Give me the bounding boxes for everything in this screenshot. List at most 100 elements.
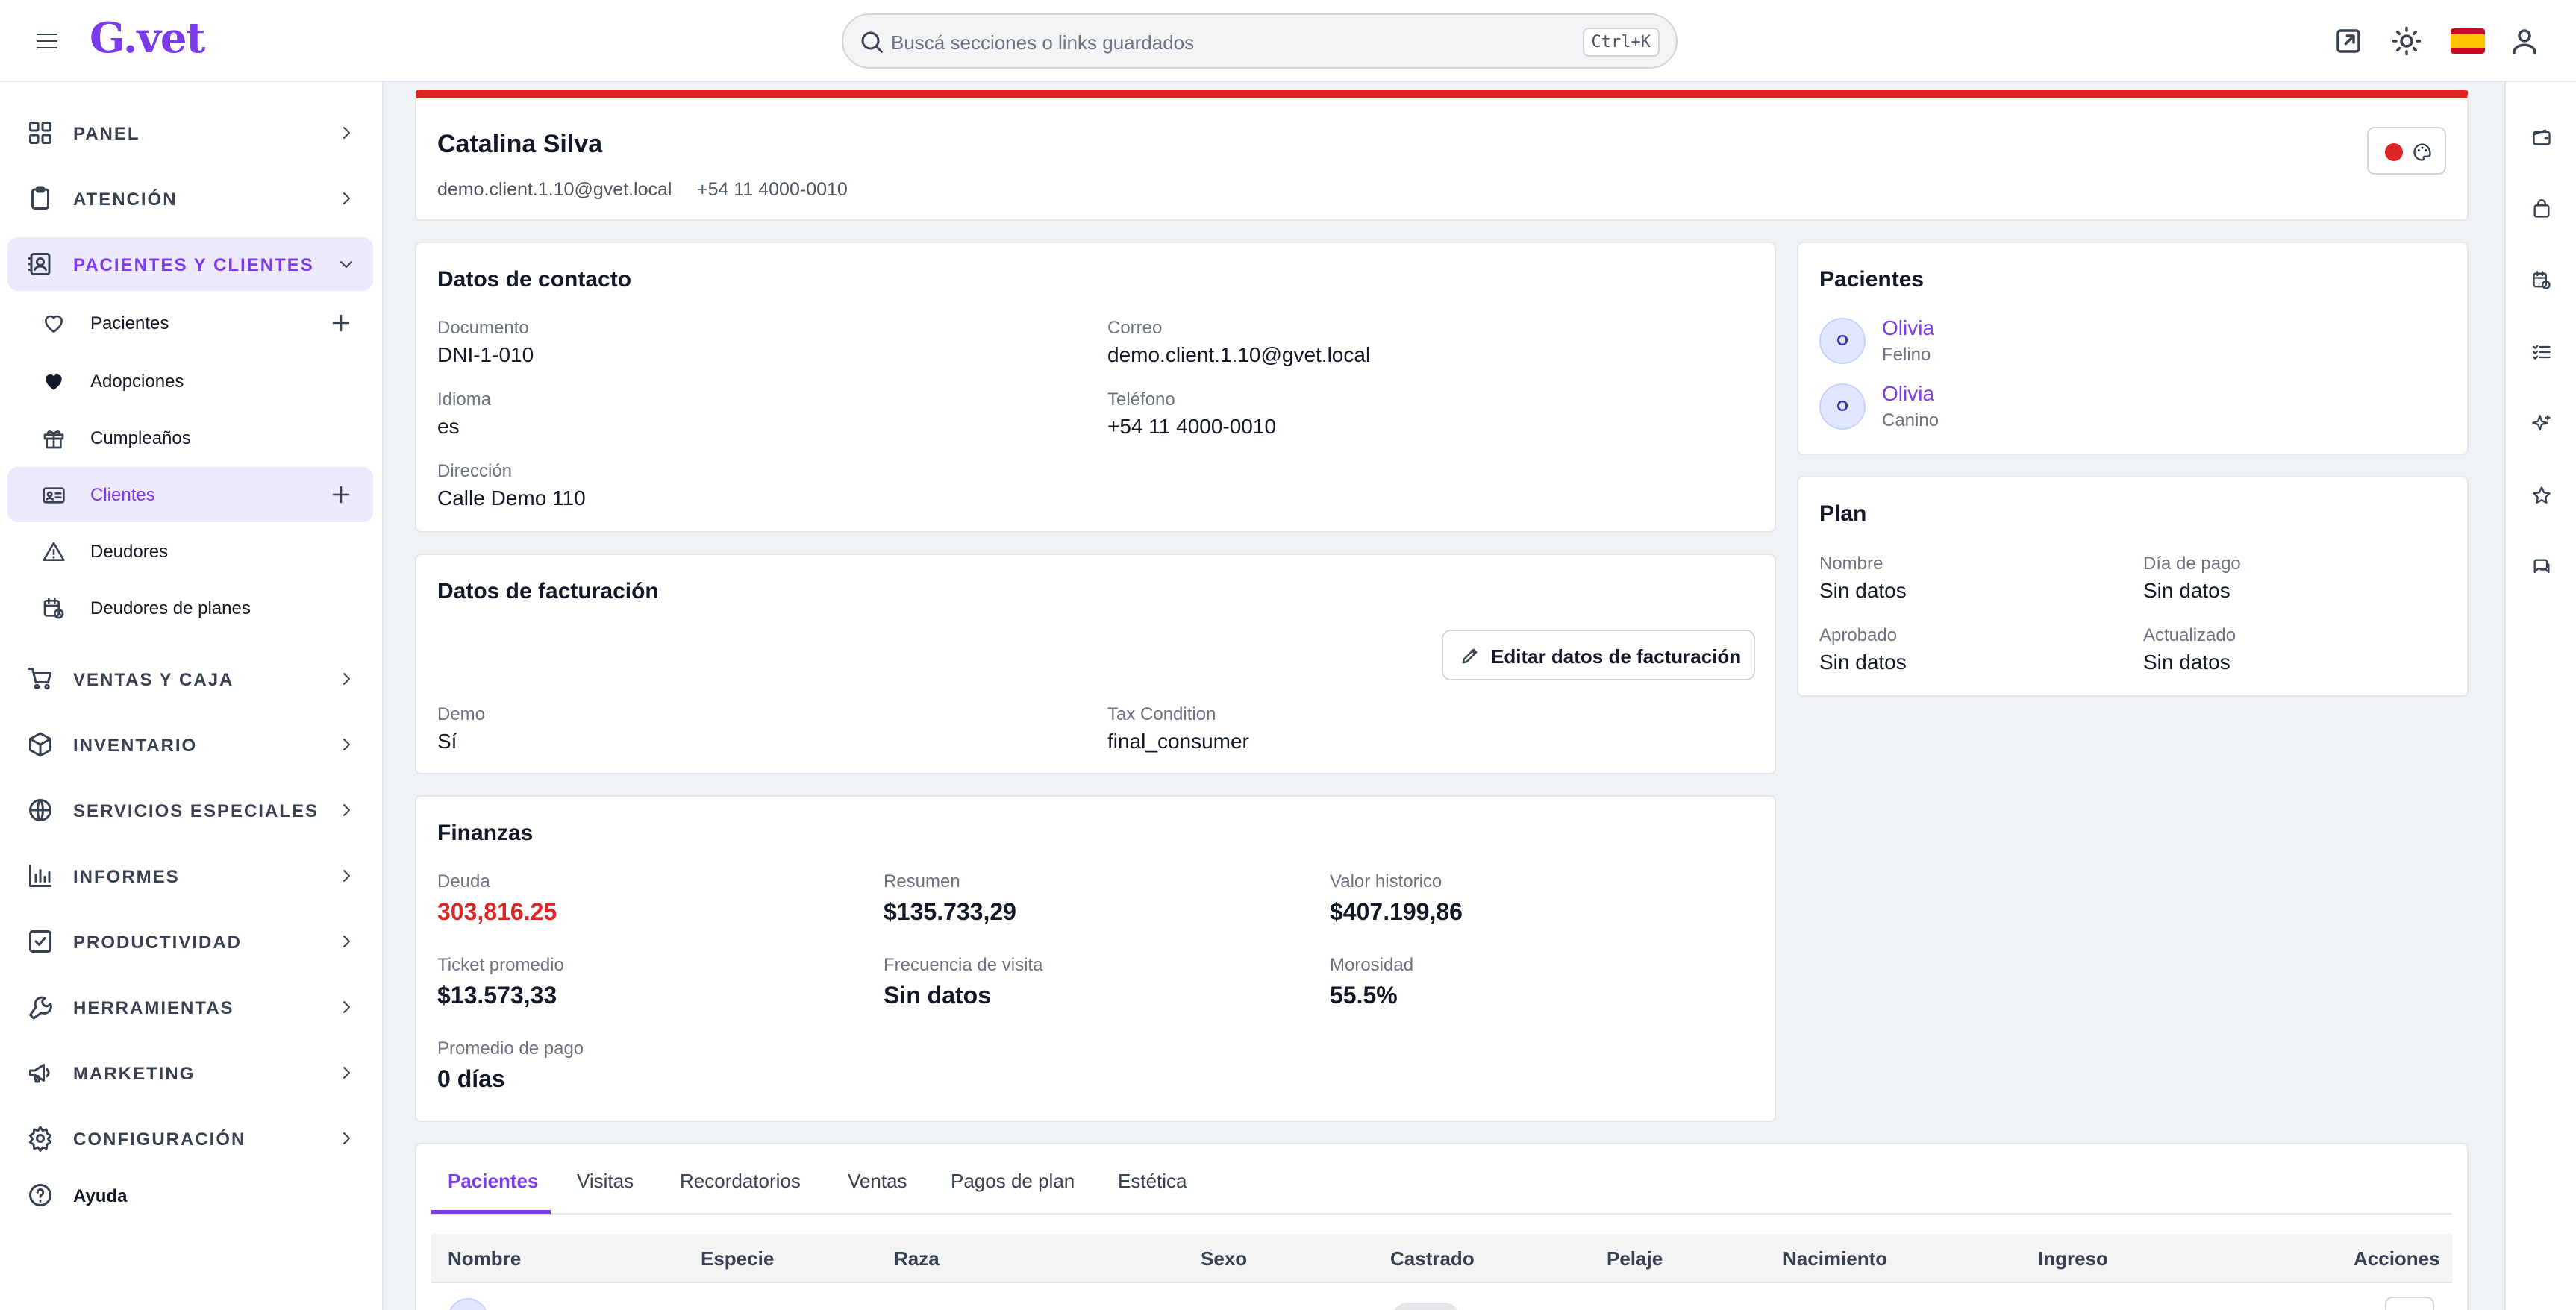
shopping-bag-icon[interactable] [2521, 188, 2563, 230]
sidebar-item-informes[interactable]: INFORMES [7, 849, 373, 903]
sidebar-item-productividad[interactable]: PRODUCTIVIDAD [7, 915, 373, 968]
add-client-icon[interactable] [330, 483, 352, 506]
language-flag-icon[interactable] [2451, 28, 2485, 54]
sidebar-item-label: PACIENTES Y CLIENTES [73, 255, 314, 275]
edit-billing-button[interactable]: Editar datos de facturación [1442, 630, 1755, 680]
theme-sun-icon[interactable] [2391, 25, 2422, 57]
tab-pagos-de-plan[interactable]: Pagos de plan [951, 1170, 1075, 1193]
wrench-icon [29, 996, 52, 1020]
wallet-icon[interactable] [2521, 116, 2563, 158]
valor-historico-label: Valor historico [1330, 871, 1442, 891]
sidebar-item-marketing[interactable]: MARKETING [7, 1046, 373, 1100]
chat-icon[interactable] [2521, 546, 2563, 588]
patient-link[interactable]: Olivia [1882, 316, 1934, 340]
sidebar-subitem-deudores[interactable]: Deudores [7, 524, 373, 579]
chevron-right-icon [343, 1067, 350, 1079]
card-title: Finanzas [437, 821, 534, 845]
heart-outline-icon [45, 315, 63, 333]
column-header-castrado: Castrado [1390, 1247, 1475, 1270]
chevron-right-icon [343, 673, 350, 685]
contacts-icon [28, 253, 51, 275]
sidebar-item-label: CONFIGURACIÓN [73, 1129, 246, 1150]
sidebar-subitem-cumpleanos[interactable]: Cumpleaños [7, 410, 373, 466]
list-check-icon[interactable] [2521, 331, 2563, 373]
cart-icon [28, 668, 51, 690]
help-icon [29, 1184, 51, 1206]
chevron-down-icon [340, 261, 352, 268]
menu-icon[interactable] [33, 28, 61, 54]
frecuencia-value: Sin datos [884, 982, 992, 1009]
right-rail [2504, 82, 2576, 1310]
tab-recordatorios[interactable]: Recordatorios [680, 1170, 801, 1193]
logo[interactable]: G.vet [90, 13, 205, 63]
deuda-value: 303,816.25 [437, 898, 557, 925]
status-toggle-button[interactable] [2367, 127, 2446, 175]
patient-link[interactable]: Olivia [1882, 382, 1934, 406]
warning-icon [43, 542, 65, 561]
tax-condition-value: final_consumer [1107, 730, 1249, 753]
sidebar-item-servicios-especiales[interactable]: SERVICIOS ESPECIALES [7, 783, 373, 837]
column-header-sexo: Sexo [1201, 1247, 1248, 1270]
edit-billing-label: Editar datos de facturación [1491, 645, 1742, 668]
sidebar-item-label: INVENTARIO [73, 736, 198, 756]
sidebar-subitem-pacientes[interactable]: Pacientes [7, 295, 373, 351]
tax-condition-label: Tax Condition [1107, 704, 1216, 724]
patient-avatar: O [1819, 383, 1866, 430]
user-icon[interactable] [2509, 25, 2540, 57]
gift-icon [43, 430, 64, 449]
add-patient-icon[interactable] [330, 312, 352, 334]
patient-avatar: O [1819, 318, 1866, 364]
frecuencia-label: Frecuencia de visita [884, 955, 1043, 975]
box-icon [29, 732, 51, 757]
external-link-icon[interactable] [2333, 25, 2364, 57]
idioma-value: es [437, 415, 460, 438]
patient-species: Felino [1882, 345, 1931, 365]
chevron-right-icon [343, 127, 350, 139]
sidebar-item-label: HERRAMIENTAS [73, 998, 234, 1018]
palette-icon [2413, 143, 2431, 161]
active-tab-indicator [431, 1210, 551, 1214]
row-actions-button[interactable] [2385, 1297, 2434, 1310]
chevron-right-icon [343, 192, 350, 204]
chevron-right-icon [343, 1132, 350, 1144]
sidebar-subitem-deudores-de-planes[interactable]: Deudores de planes [7, 580, 373, 636]
client-header-card: Catalina Silva demo.client.1.10@gvet.loc… [415, 90, 2469, 221]
chevron-right-icon [343, 739, 350, 750]
card-title: Plan [1819, 501, 1867, 526]
direccion-label: Dirección [437, 461, 513, 481]
sidebar-item-ayuda[interactable]: Ayuda [7, 1168, 373, 1222]
sidebar-subitem-clientes[interactable]: Clientes [7, 467, 373, 522]
top-bar: G.vet Buscá secciones o links guardados … [0, 0, 2576, 82]
sidebar-subitem-adopciones[interactable]: Adopciones [7, 354, 373, 409]
card-title: Datos de facturación [437, 579, 659, 604]
sidebar-item-herramientas[interactable]: HERRAMIENTAS [7, 980, 373, 1034]
check-square-icon [29, 930, 51, 953]
sidebar-item-panel[interactable]: PANEL [7, 106, 373, 160]
sidebar-item-configuracion[interactable]: CONFIGURACIÓN [7, 1112, 373, 1165]
clipboard-icon [31, 186, 49, 210]
tab-visitas[interactable]: Visitas [577, 1170, 634, 1193]
sidebar-item-ventas-y-caja[interactable]: VENTAS Y CAJA [7, 652, 373, 706]
tab-pacientes[interactable]: Pacientes [448, 1170, 538, 1193]
column-header-especie: Especie [701, 1247, 775, 1270]
sparkles-icon[interactable] [2521, 403, 2563, 445]
column-header-pelaje: Pelaje [1607, 1247, 1663, 1270]
column-header-ingreso: Ingreso [2038, 1247, 2108, 1270]
client-phone: +54 11 4000-0010 [697, 179, 848, 200]
grid-icon [29, 122, 51, 144]
sidebar-subitem-label: Pacientes [90, 313, 169, 333]
sidebar-item-atencion[interactable]: ATENCIÓN [7, 172, 373, 225]
plan-dia-label: Día de pago [2143, 554, 2241, 574]
star-icon[interactable] [2521, 474, 2563, 516]
sidebar-item-pacientes-y-clientes[interactable]: PACIENTES Y CLIENTES [7, 237, 373, 291]
tab-ventas[interactable]: Ventas [848, 1170, 907, 1193]
column-header-acciones: Acciones [2354, 1247, 2440, 1270]
resumen-label: Resumen [884, 871, 960, 891]
tab-estetica[interactable]: Estética [1118, 1170, 1187, 1193]
column-header-raza: Raza [894, 1247, 940, 1270]
globe-icon [29, 799, 51, 821]
calendar-clock-icon[interactable] [2521, 260, 2563, 301]
sidebar-item-inventario[interactable]: INVENTARIO [7, 718, 373, 771]
status-badge [1392, 1303, 1460, 1310]
search-input[interactable]: Buscá secciones o links guardados Ctrl+K [842, 13, 1678, 69]
